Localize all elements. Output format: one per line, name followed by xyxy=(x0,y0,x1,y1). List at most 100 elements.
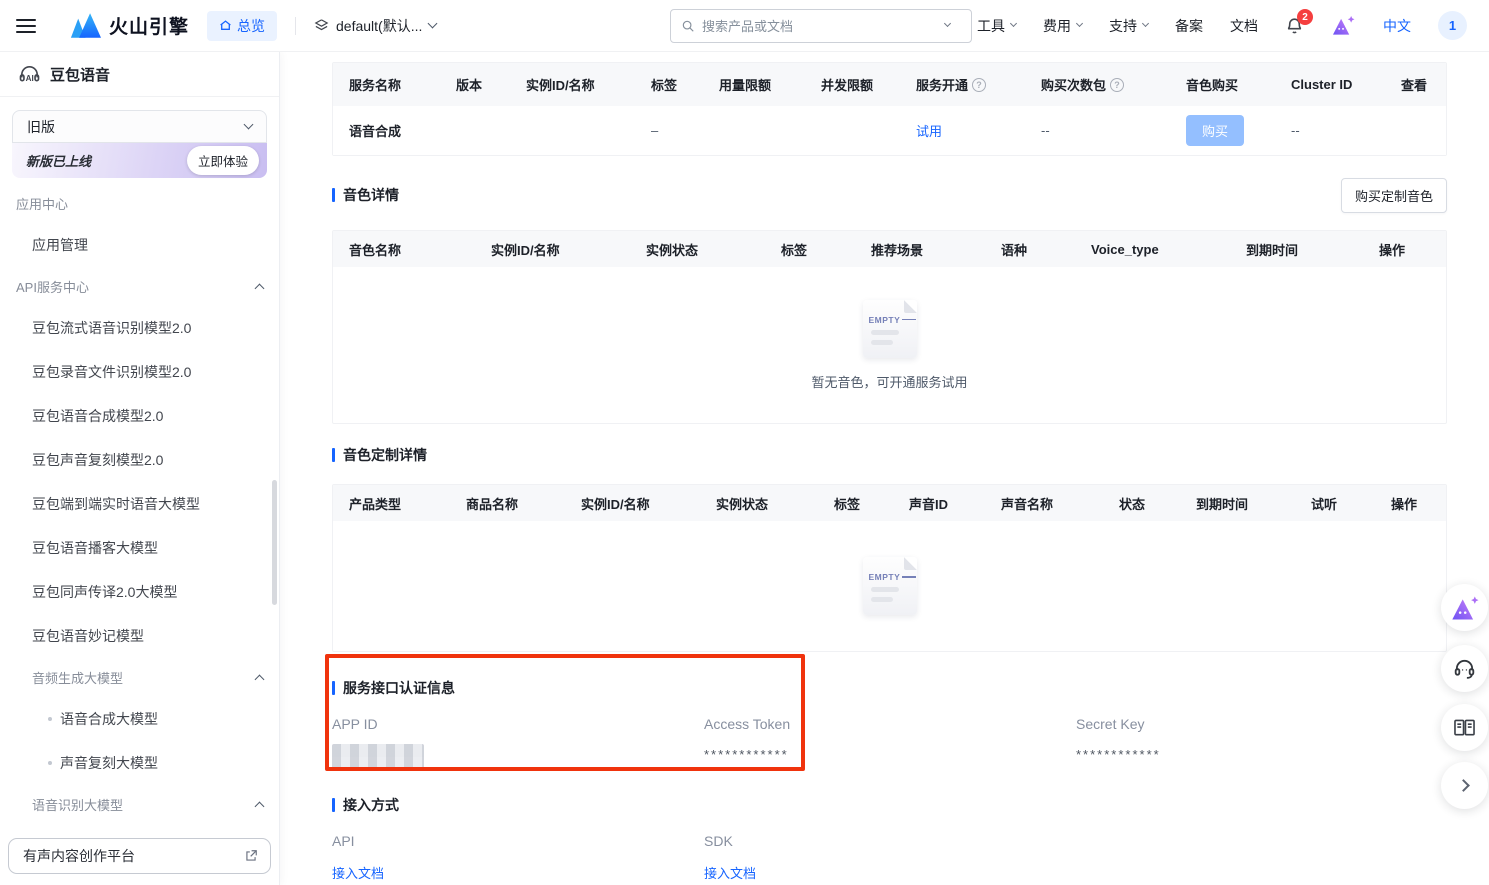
column-header: 购买次数包? xyxy=(1025,75,1170,94)
floating-collapse-button[interactable] xyxy=(1441,762,1488,809)
overview-badge[interactable]: 总览 xyxy=(207,11,277,41)
ai-assistant-icon[interactable] xyxy=(1331,15,1356,36)
sidebar-item[interactable]: 豆包语音合成模型2.0 xyxy=(16,394,263,438)
sidebar: AI 豆包语音 旧版 新版已上线 立即体验 应用中心 应用管理 API服务中心 … xyxy=(0,52,280,885)
project-selector[interactable]: default(默认... xyxy=(314,16,436,36)
new-version-banner: 新版已上线 立即体验 xyxy=(12,143,267,178)
chevron-down-icon xyxy=(244,120,254,130)
sidebar-item[interactable]: 声音复刻大模型 xyxy=(16,741,263,785)
column-header: 推荐场景 xyxy=(855,240,985,259)
api-label: API xyxy=(332,833,704,849)
api-access-field: API 接入文档 xyxy=(332,833,704,883)
notification-bell[interactable]: 2 xyxy=(1285,16,1304,35)
buy-voice-button[interactable]: 购买 xyxy=(1186,115,1244,146)
sidebar-item[interactable]: 豆包语音妙记模型 xyxy=(16,614,263,658)
help-icon[interactable]: ? xyxy=(972,78,986,92)
bullet-dot xyxy=(48,717,52,721)
section-title-auth: 服务接口认证信息 xyxy=(332,678,1447,698)
sidebar-bottom-link[interactable]: 有声内容创作平台 xyxy=(8,838,271,874)
chevron-up-icon xyxy=(255,284,265,294)
tag-cell: – xyxy=(635,123,703,138)
svg-text:AI: AI xyxy=(26,74,34,83)
overview-label: 总览 xyxy=(237,16,265,36)
column-header: 语种 xyxy=(985,240,1075,259)
sidebar-group-app-center: 应用中心 xyxy=(16,184,263,223)
help-icon[interactable]: ? xyxy=(1110,78,1124,92)
column-header: 产品类型 xyxy=(333,494,450,513)
hamburger-menu-icon[interactable] xyxy=(16,19,36,33)
sidebar-item-app-manage[interactable]: 应用管理 xyxy=(16,223,263,267)
avatar[interactable]: 1 xyxy=(1438,11,1467,40)
menu-support[interactable]: 支持 xyxy=(1109,16,1148,36)
language-switch[interactable]: 中文 xyxy=(1383,16,1411,36)
column-header: 查看 xyxy=(1385,75,1446,94)
sidebar-group-api-center[interactable]: API服务中心 xyxy=(16,267,263,306)
chevron-up-icon xyxy=(255,802,265,812)
sidebar-item[interactable]: 豆包端到端实时语音大模型 xyxy=(16,482,263,526)
search-input[interactable] xyxy=(702,19,961,34)
sdk-label: SDK xyxy=(704,833,1076,849)
new-version-text: 新版已上线 xyxy=(26,151,91,170)
menu-tools[interactable]: 工具 xyxy=(977,16,1016,36)
sidebar-group-audio-gen[interactable]: 音频生成大模型 xyxy=(16,658,263,697)
column-header: 操作 xyxy=(1363,240,1446,259)
column-header: 服务开通? xyxy=(900,75,1025,94)
search-box[interactable] xyxy=(670,9,972,43)
api-doc-link[interactable]: 接入文档 xyxy=(332,863,384,882)
navbar-divider xyxy=(295,17,296,35)
sidebar-item[interactable]: 豆包流式语音识别模型2.0 xyxy=(16,306,263,350)
trial-link[interactable]: 试用 xyxy=(916,124,942,139)
column-header: 实例ID/名称 xyxy=(475,240,630,259)
open-book-icon xyxy=(1453,718,1476,738)
menu-beian[interactable]: 备案 xyxy=(1175,16,1203,36)
try-now-button[interactable]: 立即体验 xyxy=(187,146,259,175)
empty-state: EMPTY 暂无音色，可开通服务试用 xyxy=(333,267,1446,423)
access-token-label: Access Token xyxy=(704,716,1076,732)
title-bar xyxy=(332,798,335,812)
column-header: 并发限额 xyxy=(805,75,900,94)
version-select[interactable]: 旧版 xyxy=(12,110,267,143)
sidebar-item[interactable]: 豆包同声传译2.0大模型 xyxy=(16,570,263,614)
empty-state-text: 暂无音色，可开通服务试用 xyxy=(811,372,967,391)
sidebar-item[interactable]: 豆包声音复刻模型2.0 xyxy=(16,438,263,482)
voice-custom-table: 产品类型 商品名称 实例ID/名称 实例状态 标签 声音ID 声音名称 状态 到… xyxy=(332,484,1447,652)
sdk-doc-link[interactable]: 接入文档 xyxy=(704,863,756,882)
empty-document-icon: EMPTY xyxy=(863,557,917,615)
menu-docs[interactable]: 文档 xyxy=(1230,16,1258,36)
column-header: 商品名称 xyxy=(450,494,565,513)
floating-docs-button[interactable] xyxy=(1441,704,1488,751)
top-navbar: 火山引擎 总览 default(默认... 企业 工具 费用 支持 备案 文档 … xyxy=(0,0,1489,52)
volcengine-logo[interactable]: 火山引擎 xyxy=(70,12,189,39)
secret-key-value: ************ xyxy=(1076,747,1447,762)
notification-badge: 2 xyxy=(1297,9,1313,25)
title-bar xyxy=(332,188,335,202)
product-title: 豆包语音 xyxy=(50,64,110,85)
access-methods-grid: API 接入文档 SDK 接入文档 xyxy=(332,833,1447,883)
chevron-down-icon xyxy=(428,19,438,29)
column-header: 音色名称 xyxy=(333,240,475,259)
floating-support-button[interactable] xyxy=(1441,645,1488,692)
chevron-down-icon xyxy=(1142,20,1149,27)
section-title-access: 接入方式 xyxy=(332,795,1447,815)
sidebar-nav: 应用中心 应用管理 API服务中心 豆包流式语音识别模型2.0 豆包录音文件识别… xyxy=(0,178,279,868)
title-bar xyxy=(332,681,335,695)
empty-state: EMPTY xyxy=(333,521,1446,651)
sidebar-item[interactable]: 语音合成大模型 xyxy=(16,697,263,741)
sidebar-item[interactable]: 豆包语音播客大模型 xyxy=(16,526,263,570)
table-header-row: 服务名称 版本 实例ID/名称 标签 用量限额 并发限额 服务开通? 购买次数包… xyxy=(333,63,1446,106)
section-title-voice-custom: 音色定制详情 xyxy=(332,445,427,465)
app-id-label: APP ID xyxy=(332,716,704,732)
sidebar-group-asr[interactable]: 语音识别大模型 xyxy=(16,785,263,824)
sidebar-item[interactable]: 豆包录音文件识别模型2.0 xyxy=(16,350,263,394)
buy-custom-voice-button[interactable]: 购买定制音色 xyxy=(1341,178,1447,213)
column-header: 用量限额 xyxy=(703,75,805,94)
voice-custom-header: 音色定制详情 xyxy=(332,440,1447,470)
column-header: 标签 xyxy=(765,240,855,259)
menu-billing[interactable]: 费用 xyxy=(1043,16,1082,36)
access-token-field: Access Token ************ xyxy=(704,716,1076,769)
project-name: default(默认... xyxy=(336,16,422,36)
sidebar-scrollbar[interactable] xyxy=(272,480,277,605)
product-header: AI 豆包语音 xyxy=(0,52,279,97)
package-cell: -- xyxy=(1025,123,1170,138)
floating-ai-assistant-button[interactable] xyxy=(1441,584,1488,631)
